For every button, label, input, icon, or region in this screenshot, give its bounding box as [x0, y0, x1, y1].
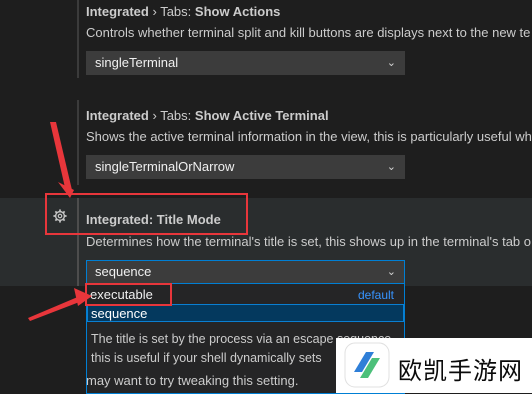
select-value: singleTerminalOrNarrow — [95, 159, 235, 174]
setting-subcategory: Tabs: — [160, 108, 192, 123]
select-value: sequence — [95, 264, 152, 279]
chevron-down-icon: ⌄ — [386, 161, 396, 173]
annotation-box-executable — [85, 283, 172, 306]
setting-title-show-actions: Integrated › Tabs: Show Actions — [86, 4, 280, 19]
watermark: 欧凯手游网 — [336, 338, 532, 393]
separator: › — [152, 4, 157, 19]
dropdown-option-sequence[interactable]: sequence — [87, 304, 404, 322]
setting-title-show-active-terminal: Integrated › Tabs: Show Active Terminal — [86, 108, 329, 123]
separator: › — [152, 108, 157, 123]
watermark-text: 欧凯手游网 — [398, 357, 523, 385]
setting-name: Show Active Terminal — [194, 108, 329, 123]
setting-description: Controls whether terminal split and kill… — [86, 25, 531, 40]
setting-category: Integrated — [86, 108, 149, 123]
setting-indicator — [77, 0, 79, 78]
setting-category: Integrated — [86, 4, 149, 19]
setting-trailing-text: may want to try tweaking this setting. — [86, 373, 299, 388]
setting-indicator — [77, 100, 79, 185]
setting-name: Show Actions — [194, 4, 281, 19]
chevron-down-icon: ⌄ — [386, 57, 396, 69]
chevron-down-icon: ⌄ — [386, 266, 396, 278]
show-actions-select[interactable]: singleTerminal ⌄ — [86, 51, 405, 75]
watermark-logo-icon — [344, 342, 390, 388]
option-label: sequence — [91, 306, 148, 321]
setting-subcategory: Tabs: — [160, 4, 192, 19]
default-badge: default — [357, 288, 394, 302]
select-value: singleTerminal — [95, 55, 179, 70]
setting-description: Shows the active terminal information in… — [86, 129, 532, 144]
title-mode-select[interactable]: sequence ⌄ — [86, 260, 405, 284]
annotation-box-gear-title — [45, 193, 248, 235]
show-active-terminal-select[interactable]: singleTerminalOrNarrow ⌄ — [86, 155, 405, 179]
setting-description: Determines how the terminal's title is s… — [86, 234, 531, 249]
